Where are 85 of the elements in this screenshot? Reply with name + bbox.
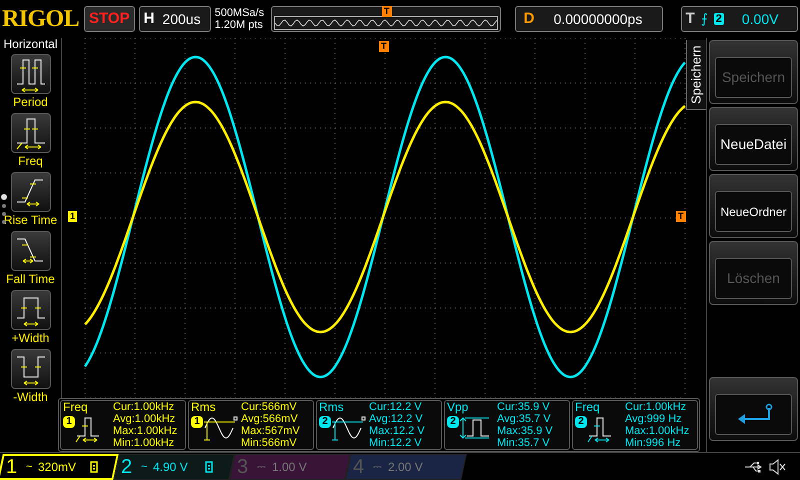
delay-value: 0.00000000ps xyxy=(554,10,642,29)
channel-scale: 4.90 V xyxy=(153,458,190,476)
nwidth-measure-button[interactable] xyxy=(10,349,50,389)
measurement-avg: Avg:12.2 V xyxy=(369,413,424,425)
measurement-name: Freq xyxy=(63,401,89,414)
channel-badge: 1 xyxy=(191,416,203,428)
coupling-symbol: ⎓ xyxy=(257,459,266,474)
trigger-field[interactable]: T ⨍ 2 0.00V xyxy=(680,6,798,32)
measurement-name: Freq xyxy=(575,401,601,414)
delay-label: D xyxy=(524,8,536,29)
bandwidth-limit-icon xyxy=(90,460,98,472)
channel-badge: 2 xyxy=(319,416,331,428)
softkey-button[interactable]: NeueDatei xyxy=(715,124,792,165)
coupling-symbol: ~ xyxy=(26,459,32,474)
brand-logo: RIGOL xyxy=(2,7,80,31)
softkey-button[interactable] xyxy=(715,394,792,435)
measure-label: Freq xyxy=(18,153,43,169)
channel-number: 3 xyxy=(237,456,250,478)
timebase-label: H xyxy=(144,8,154,29)
period-measure-button[interactable] xyxy=(10,54,50,94)
measurement-cur: Cur:12.2 V xyxy=(369,401,423,413)
menu-tab-label: Speichern xyxy=(688,45,705,104)
measurement-max: Max:12.2 V xyxy=(369,425,425,437)
measurement-min: Min:12.2 V xyxy=(369,437,423,449)
coupling-symbol: ~ xyxy=(141,459,148,474)
measurement-max: Max:567mV xyxy=(241,425,300,437)
measurement-min: Min:996 Hz xyxy=(625,437,682,449)
measurement-min: Min:566mV xyxy=(241,437,298,449)
timebase-value: 200us xyxy=(162,10,201,28)
timebase-field[interactable]: H 200us xyxy=(138,6,211,32)
measure-label: Rise Time xyxy=(4,212,58,228)
measure-label: -Width xyxy=(13,389,48,405)
channel-number: 1 xyxy=(6,456,18,478)
rise-measure-button[interactable] xyxy=(10,172,50,212)
menu-tab[interactable]: Speichern xyxy=(686,40,706,110)
measurement-max: Max:1.00kHz xyxy=(113,425,178,437)
fall-measure-button[interactable] xyxy=(10,231,50,271)
measure-label: Fall Time xyxy=(6,271,55,287)
memory-depth: 1.20M pts xyxy=(214,19,264,31)
measurement-avg: Avg:566mV xyxy=(241,413,299,425)
delay-field[interactable]: D 0.00000000ps xyxy=(514,6,663,32)
measurement-avg: Avg:1.00kHz xyxy=(113,413,176,425)
trigger-position-marker: T xyxy=(379,41,388,52)
measurement-max: Max:35.9 V xyxy=(497,425,553,437)
channel-number: 4 xyxy=(353,456,366,478)
trigger-level-marker: T xyxy=(676,211,686,222)
channel-scale: 1.00 V xyxy=(272,458,308,476)
speaker-muted-icon xyxy=(768,458,786,474)
channel-scale: 2.00 V xyxy=(388,458,424,476)
channel-badge: 2 xyxy=(447,416,459,428)
channel-scale: 320mV xyxy=(38,458,78,476)
measurement-cur: Cur:1.00kHz xyxy=(113,401,176,413)
bandwidth-limit-icon xyxy=(205,460,214,472)
channel-tab[interactable]: 2 ~ 4.90 V xyxy=(113,454,235,480)
measurement-min: Min:35.7 V xyxy=(497,437,551,449)
measurement-max: Max:1.00kHz xyxy=(625,425,690,437)
measurement-avg: Avg:999 Hz xyxy=(625,413,683,425)
channel-badge: 1 xyxy=(63,416,75,428)
measurement-name: Rms xyxy=(319,401,345,414)
measure-label: Period xyxy=(13,94,48,110)
trigger-slope: ⨍ xyxy=(700,10,708,28)
run-state-button[interactable]: STOP xyxy=(84,6,135,32)
coupling-symbol: ⎓ xyxy=(373,459,382,474)
measurement-cur: Cur:566mV xyxy=(241,401,298,413)
trigger-position-marker: T xyxy=(382,6,392,17)
channel1-offset-marker: 1 xyxy=(68,211,78,222)
measurement-cur: Cur:35.9 V xyxy=(497,401,551,413)
channel-number: 2 xyxy=(121,456,134,478)
measurement-name: Vpp xyxy=(447,401,470,414)
measure-label: +Width xyxy=(12,330,50,346)
trigger-label: T xyxy=(686,8,695,29)
freq-measure-button[interactable] xyxy=(10,113,50,153)
measurement-name: Rms xyxy=(191,401,217,414)
usb-icon xyxy=(744,460,764,472)
menu-title: Horizontal xyxy=(3,37,58,51)
channel-tab[interactable]: 3 ⎓ 1.00 V xyxy=(229,454,351,480)
channel-badge: 2 xyxy=(575,416,587,428)
measurement-cur: Cur:1.00kHz xyxy=(625,401,688,413)
pwidth-measure-button[interactable] xyxy=(10,290,50,330)
measurement-min: Min:1.00kHz xyxy=(113,437,176,449)
measurement-avg: Avg:35.7 V xyxy=(497,413,552,425)
softkey-button[interactable]: NeueOrdner xyxy=(715,191,792,232)
trigger-level: 0.00V xyxy=(742,10,778,28)
sample-rate: 500MSa/s xyxy=(214,7,266,19)
trigger-source: 2 xyxy=(714,13,724,25)
